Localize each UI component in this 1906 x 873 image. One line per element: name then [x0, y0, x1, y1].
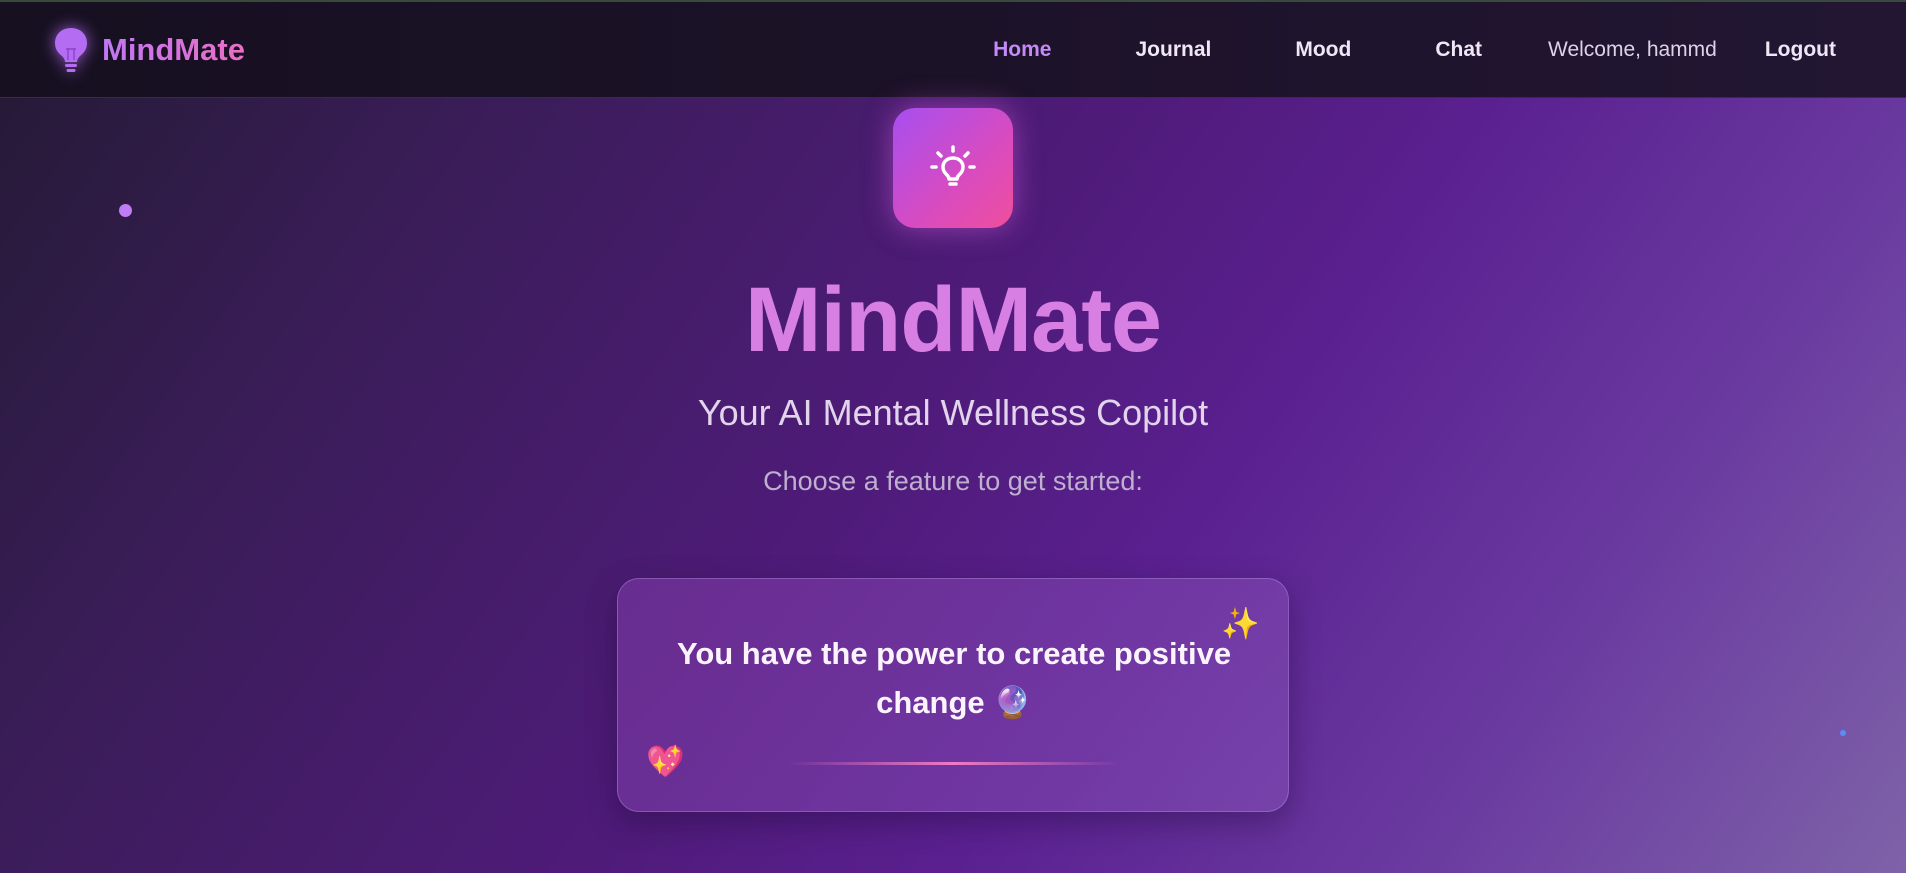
quote-text: You have the power to create positive ch… [676, 636, 1232, 720]
lightbulb-icon [50, 24, 92, 76]
brand-name: MindMate [102, 32, 245, 67]
brand[interactable]: MindMate [50, 24, 245, 76]
logout-button[interactable]: Logout [1765, 38, 1836, 62]
decorative-dot [119, 204, 132, 217]
hero-lightbulb-badge [893, 108, 1013, 228]
nav-links: Home Journal Mood Chat Welcome, hammd Lo… [909, 2, 1836, 98]
hero-subtitle: Your AI Mental Wellness Copilot [697, 392, 1209, 433]
navbar: MindMate Home Journal Mood Chat Welcome,… [0, 2, 1906, 98]
lightbulb-icon [930, 145, 976, 186]
quote-divider [788, 762, 1120, 765]
nav-home-link[interactable]: Home [993, 38, 1051, 62]
quote-card: ✨ You have the power to create positive … [617, 578, 1289, 812]
nav-mood-link[interactable]: Mood [1295, 38, 1351, 62]
nav-chat-link[interactable]: Chat [1435, 38, 1482, 62]
nav-journal-link[interactable]: Journal [1136, 38, 1212, 62]
heart-icon: 💖 [646, 744, 685, 779]
welcome-text: Welcome, hammd [1548, 38, 1717, 61]
hero-title: MindMate [744, 269, 1162, 371]
hero-prompt: Choose a feature to get started: [763, 466, 1143, 496]
decorative-dot [1840, 730, 1846, 736]
